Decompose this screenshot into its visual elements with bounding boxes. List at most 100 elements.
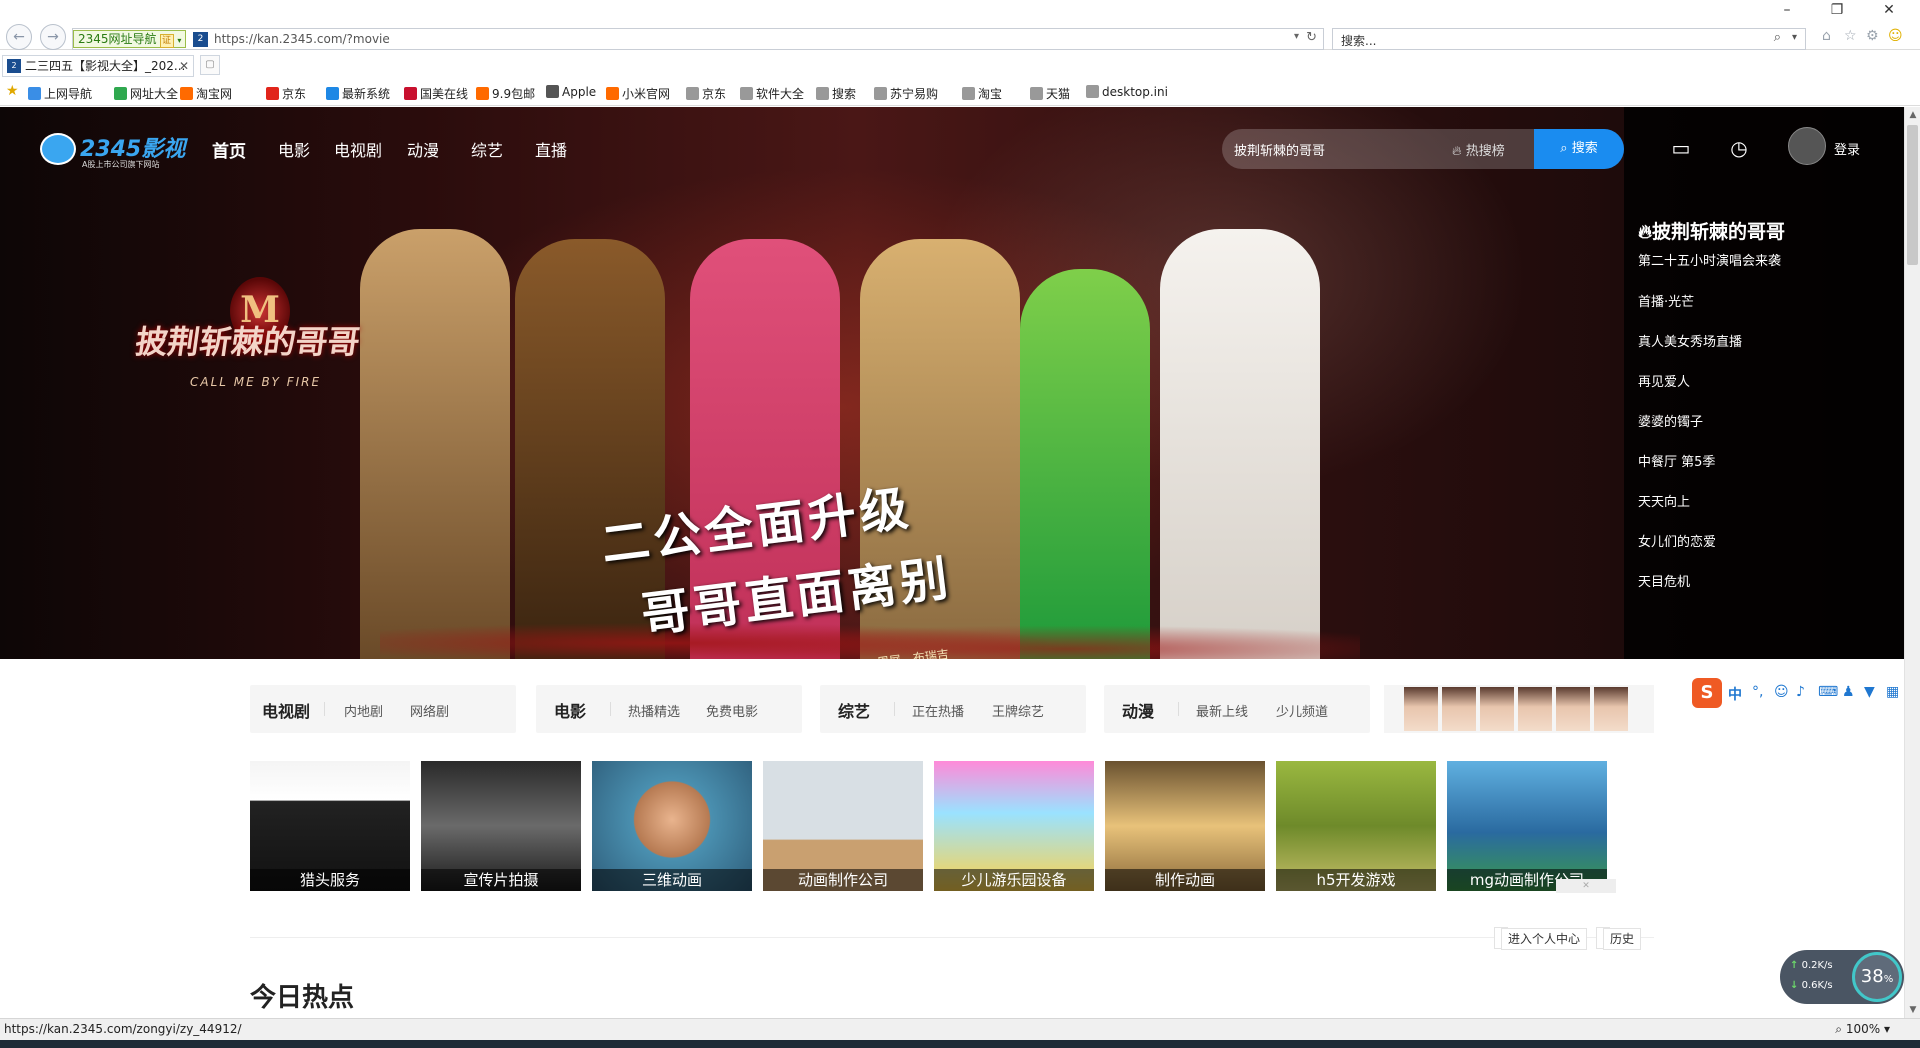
- ad-tile[interactable]: 制作动画: [1105, 761, 1265, 891]
- ad-tile[interactable]: 三维动画: [592, 761, 752, 891]
- category-sub[interactable]: 热播精选: [628, 701, 680, 720]
- bookmark-item[interactable]: 天猫: [1030, 85, 1070, 102]
- favorites-star-icon[interactable]: ☆: [1844, 28, 1857, 44]
- ime-emoji-icon[interactable]: ☺: [1774, 684, 1789, 700]
- category-sub[interactable]: 王牌综艺: [992, 701, 1044, 720]
- forward-icon[interactable]: →: [40, 24, 66, 50]
- hotlist-item[interactable]: 婆婆的镯子: [1638, 411, 1898, 451]
- browser-tab[interactable]: 2 二三四五【影视大全】_202... ✕: [2, 55, 194, 77]
- ad-tile[interactable]: 宣传片拍摄: [421, 761, 581, 891]
- nav-home[interactable]: 首页: [212, 137, 246, 162]
- new-tab-icon[interactable]: ▢: [200, 55, 220, 75]
- ime-punctuation-icon[interactable]: °,: [1752, 684, 1763, 700]
- bookmark-item[interactable]: 软件大全: [740, 85, 804, 102]
- back-icon[interactable]: ←: [6, 24, 32, 50]
- hotlist-subtitle[interactable]: 第二十五小时演唱会来袭: [1638, 250, 1898, 269]
- category-sub[interactable]: 少儿频道: [1276, 701, 1328, 720]
- bookmark-item[interactable]: 淘宝网: [180, 85, 232, 102]
- hotlist-item[interactable]: 女儿们的恋爱: [1638, 531, 1898, 571]
- category-main[interactable]: 动漫: [1122, 698, 1154, 722]
- history-clock-icon[interactable]: ◷: [1726, 135, 1752, 161]
- scroll-thumb[interactable]: [1907, 125, 1918, 265]
- category-sub[interactable]: 最新上线: [1196, 701, 1248, 720]
- ime-user-icon[interactable]: ♟: [1842, 684, 1855, 700]
- tab-close-icon[interactable]: ✕: [179, 56, 189, 76]
- ad-tile[interactable]: 猎头服务: [250, 761, 410, 891]
- search-dropdown-icon[interactable]: ▾: [1792, 32, 1797, 43]
- bookmark-item[interactable]: 淘宝: [962, 85, 1002, 102]
- address-dropdown-icon[interactable]: ▾: [1294, 31, 1299, 42]
- bookmark-item[interactable]: 国美在线: [404, 85, 468, 102]
- ad-tile[interactable]: 动画制作公司: [763, 761, 923, 891]
- category-main[interactable]: 电视剧: [262, 698, 310, 722]
- bookmark-item[interactable]: 最新系统: [326, 85, 390, 102]
- nav-variety[interactable]: 综艺: [471, 137, 503, 161]
- bookmark-item[interactable]: 京东: [266, 85, 306, 102]
- hotlist-item[interactable]: 天天向上: [1638, 491, 1898, 531]
- ime-keyboard-icon[interactable]: ⌨: [1818, 684, 1838, 700]
- hero-banner[interactable]: M 披荆斩棘的哥哥 CALL ME BY FIRE 二公全面升级 哥哥直面离别 …: [0, 107, 1904, 659]
- browser-search-placeholder[interactable]: 搜索...: [1341, 32, 1376, 49]
- smiley-feedback-icon[interactable]: ☺: [1888, 28, 1903, 44]
- bookmark-item[interactable]: Apple: [546, 85, 596, 99]
- category-sub[interactable]: 正在热播: [912, 701, 964, 720]
- login-link[interactable]: 登录: [1834, 139, 1860, 158]
- home-icon[interactable]: ⌂: [1822, 28, 1831, 44]
- hotlist-item[interactable]: 天目危机: [1638, 571, 1898, 611]
- ad-tile[interactable]: mg动画制作公司: [1447, 761, 1607, 891]
- url-text[interactable]: https://kan.2345.com/?movie: [214, 32, 390, 46]
- ad-close-icon[interactable]: ✕: [1556, 879, 1616, 893]
- bookmark-item[interactable]: 苏宁易购: [874, 85, 938, 102]
- ime-skin-icon[interactable]: ▼: [1864, 684, 1875, 700]
- ad-tile[interactable]: h5开发游戏: [1276, 761, 1436, 891]
- bookmark-item[interactable]: 9.9包邮: [476, 85, 535, 102]
- ime-chinese-mode-icon[interactable]: 中: [1728, 684, 1742, 704]
- category-main[interactable]: 综艺: [838, 698, 870, 722]
- favorites-add-icon[interactable]: ★: [6, 83, 19, 99]
- category-main[interactable]: 电影: [554, 698, 586, 722]
- bookmark-item[interactable]: 网址大全: [114, 85, 178, 102]
- minimize-icon[interactable]: –: [1770, 2, 1804, 18]
- sogou-ime-icon[interactable]: S: [1692, 678, 1722, 708]
- user-login[interactable]: 登录: [1788, 127, 1904, 167]
- site-search-input[interactable]: 披荆斩棘的哥哥: [1234, 140, 1325, 159]
- avatar[interactable]: [1788, 127, 1826, 165]
- hotlist-item[interactable]: 再见爱人: [1638, 371, 1898, 411]
- bookmark-item[interactable]: 京东: [686, 85, 726, 102]
- page-scrollbar[interactable]: ▲ ▼: [1904, 107, 1920, 1018]
- nav-tv[interactable]: 电视剧: [334, 137, 382, 161]
- bookmark-item[interactable]: 小米官网: [606, 85, 670, 102]
- ime-voice-icon[interactable]: ♪: [1796, 684, 1805, 700]
- bookmark-item[interactable]: desktop.ini: [1086, 85, 1168, 99]
- hotlist-item[interactable]: 真人美女秀场直播: [1638, 331, 1898, 371]
- ime-toolbox-icon[interactable]: ▦: [1886, 684, 1899, 700]
- nav-live[interactable]: 直播: [535, 137, 567, 161]
- settings-gear-icon[interactable]: ⚙: [1866, 28, 1879, 44]
- site-search-button[interactable]: ⌕ 搜索: [1534, 129, 1624, 169]
- hotlist-item[interactable]: 首播·光芒: [1638, 291, 1898, 331]
- hotlist-item[interactable]: 中餐厅 第5季: [1638, 451, 1898, 491]
- nav-anime[interactable]: 动漫: [407, 137, 439, 161]
- browser-search-box[interactable]: 搜索... ⌕ ▾: [1332, 28, 1806, 50]
- nav-site-badge[interactable]: 2345网址导航证 ▾: [73, 30, 187, 48]
- category-promo-image[interactable]: [1384, 685, 1654, 733]
- hotlist-title[interactable]: 🔥︎披荆斩棘的哥哥: [1638, 217, 1898, 244]
- category-sub[interactable]: 内地剧: [344, 701, 383, 720]
- close-window-icon[interactable]: ✕: [1872, 2, 1906, 18]
- restore-icon[interactable]: ❐: [1820, 2, 1854, 18]
- personal-center-link[interactable]: ◉ 进入个人中心: [1494, 927, 1588, 950]
- address-bar[interactable]: 2345网址导航证 ▾ 2 https://kan.2345.com/?movi…: [72, 28, 1324, 50]
- history-link[interactable]: ◉ 历史: [1596, 927, 1642, 950]
- network-speed-widget[interactable]: ↑ 0.2K/s ↓ 0.6K/s 38%: [1780, 950, 1904, 1004]
- bookmark-item[interactable]: 搜索: [816, 85, 856, 102]
- scroll-up-icon[interactable]: ▲: [1905, 107, 1920, 123]
- site-logo[interactable]: 2345影视 A股上市公司旗下网站: [40, 129, 190, 169]
- hot-search-link[interactable]: 🔥︎ 热搜榜: [1452, 140, 1505, 159]
- zoom-level[interactable]: ⌕ 100% ▾: [1835, 1022, 1890, 1037]
- refresh-icon[interactable]: ↻: [1306, 30, 1317, 45]
- category-sub[interactable]: 网络剧: [410, 701, 449, 720]
- scroll-down-icon[interactable]: ▼: [1905, 1002, 1920, 1018]
- nav-movie[interactable]: 电影: [278, 137, 310, 161]
- bookmark-item[interactable]: 上网导航: [28, 85, 92, 102]
- ad-tile[interactable]: 少儿游乐园设备: [934, 761, 1094, 891]
